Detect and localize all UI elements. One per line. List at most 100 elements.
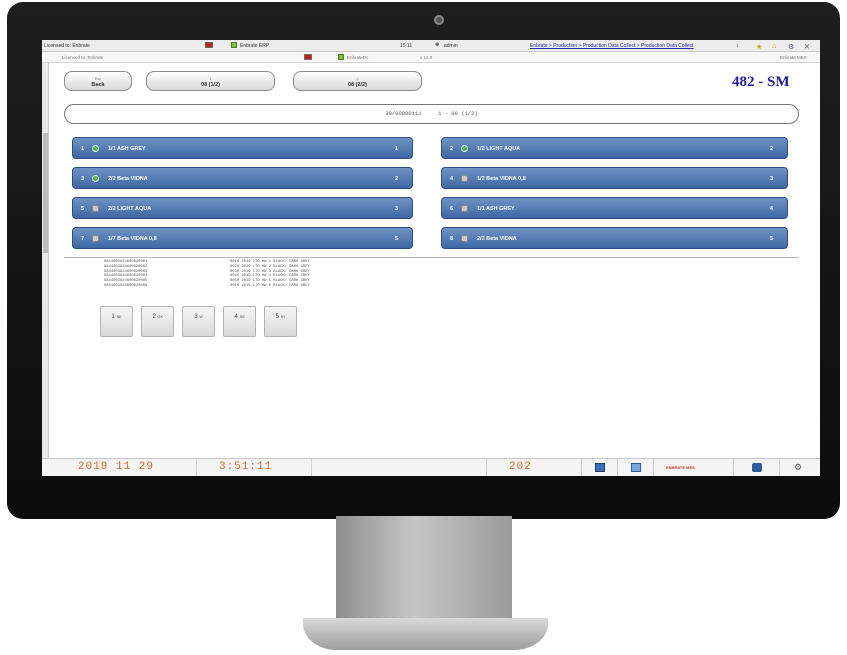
sub-left-text: Licensed to: Enbrate [62,55,104,60]
pending-icon [461,175,468,182]
item-number: 1 [81,146,85,152]
item-qty: 3 [769,176,773,182]
status-user-segment [734,459,780,476]
item-number: 6 [450,206,454,212]
order-detail: 1 - 08 (1/2) [438,110,478,117]
tab-second-half[interactable]: 2 08 (2/2) [293,71,422,91]
sub-app-icon [338,54,344,60]
size-number: 5 [275,314,279,320]
sub-bar: Licensed to: Enbrate EnbrateDc v 12.0 En… [42,52,820,63]
item-button-6[interactable]: 6 1/1 ASH GREY 4 [441,197,788,219]
sub-flag-icon [304,54,312,60]
item-button-2[interactable]: 2 1/2 LIGHT AQUA 2 [441,137,788,159]
home-icon[interactable]: ⌂ [772,43,776,50]
status-date: 2019 11 29 [78,461,155,473]
status-empty-segment [312,459,487,476]
item-qty: 2 [394,176,398,182]
back-button[interactable]: Esc Back [64,71,132,91]
tab-first-half[interactable]: 1 08 (1/2) [146,71,275,91]
status-printer-segment [618,459,654,476]
size-number: 2 [152,314,156,320]
item-button-1[interactable]: 1 1/1 ASH GREY 1 [72,137,413,159]
item-qty: 2 [769,146,773,152]
size-button-4[interactable]: 4 NS [223,306,256,337]
tab-first-key-hint: 1 [209,76,212,81]
item-name: 1/2 Beta VIDNA 0,8 [477,176,526,182]
favorite-star-icon[interactable]: ★ [756,43,762,51]
item-button-7[interactable]: 7 1/7 Beta VIDNA 0,8 5 [72,227,413,249]
size-button-3[interactable]: 3 W [182,306,215,337]
status-time: 3:51:11 [219,461,273,473]
item-qty: 1 [394,146,398,152]
erp-label[interactable]: Enbrate ERP [240,43,269,49]
order-info-bar: 30/00000111 1 - 08 (1/2) [64,104,799,124]
size-code: SY [280,315,286,319]
breadcrumb[interactable]: Enbrate > Production > Production Data C… [530,43,694,49]
erp-icon [231,42,237,48]
item-name: 2/2 LIGHT AQUA [108,206,152,212]
screen: Licensed to: Enbrate Enbrate ERP 15:11 ☻… [42,40,820,476]
item-number: 2 [450,146,454,152]
item-name: 1/1 ASH GREY [477,206,515,212]
item-name: 2/2 Beta VIDNA [477,236,517,242]
version-text: v 12.0 [420,55,433,60]
size-number: 1 [111,314,115,320]
sub-middle-text: EnbrateDc [347,55,369,60]
language-flag-icon[interactable] [205,42,213,48]
pending-icon [461,235,468,242]
item-number: 7 [81,236,85,242]
pending-icon [92,205,99,212]
size-code: NE [116,315,122,319]
printer-icon[interactable] [631,463,641,472]
serial-row: 9844003824600620002 [104,264,148,269]
size-code: NS [239,315,245,319]
top-bar: Licensed to: Enbrate Enbrate ERP 15:11 ☻… [42,40,820,52]
status-brand-segment: ENBRATE MES [654,459,734,476]
clock-text: 15:11 [400,43,413,49]
camera-icon [434,15,444,25]
status-time-segment: 3:51:11 [197,459,312,476]
check-icon [461,145,468,152]
order-number: 30/00000111 [385,110,422,117]
sub-right-text: Enbrate MES [780,55,807,60]
pin-icon[interactable]: ↕ [736,43,739,49]
item-button-8[interactable]: 8 2/2 Beta VIDNA 5 [441,227,788,249]
size-button-5[interactable]: 5 SY [264,306,297,337]
user-icon[interactable] [752,463,762,472]
item-name: 2/2 Beta VIDNA [108,176,148,182]
size-button-1[interactable]: 1 NE [100,306,133,337]
item-qty: 5 [769,236,773,242]
tab-second-label: 08 (2/2) [348,82,367,88]
station-label: 482 - SM [732,74,790,90]
item-number: 4 [450,176,454,182]
detail-row: 0020 2019 LTO HW 2 BLACK/ DARK GREY [230,264,310,269]
item-button-3[interactable]: 3 2/2 Beta VIDNA 2 [72,167,413,189]
licensed-text: Licensed to: Enbrate [44,43,90,49]
scrollbar-thumb[interactable] [43,133,48,253]
item-name: 1/1 ASH GREY [108,146,146,152]
check-icon [92,175,99,182]
detail-row: 0060 2019 LTO HW 6 BLACK/ DARK GREY [230,283,310,288]
check-icon [92,145,99,152]
item-name: 1/2 LIGHT AQUA [477,146,521,152]
close-icon[interactable]: ✕ [804,43,810,51]
left-scrollbar[interactable] [42,63,49,458]
size-number: 3 [194,314,198,320]
settings-gear-icon[interactable]: ⚙ [788,43,794,51]
item-button-5[interactable]: 5 2/2 LIGHT AQUA 3 [72,197,413,219]
item-name: 1/7 Beta VIDNA 0,8 [108,236,157,242]
user-icon: ☻ [434,42,441,48]
size-button-2[interactable]: 2 OX [141,306,174,337]
item-qty: 3 [394,206,398,212]
item-number: 8 [450,236,454,242]
pending-icon [461,205,468,212]
tab-first-label: 08 (1/2) [201,82,220,88]
size-code: OX [157,315,163,319]
pending-icon [92,235,99,242]
settings-gear-icon[interactable]: ⚙ [794,462,802,473]
user-name[interactable]: admin [444,43,458,49]
item-qty: 4 [769,206,773,212]
item-button-4[interactable]: 4 1/2 Beta VIDNA 0,8 3 [441,167,788,189]
monitor-icon[interactable] [595,463,605,472]
back-label: Back [91,82,105,88]
